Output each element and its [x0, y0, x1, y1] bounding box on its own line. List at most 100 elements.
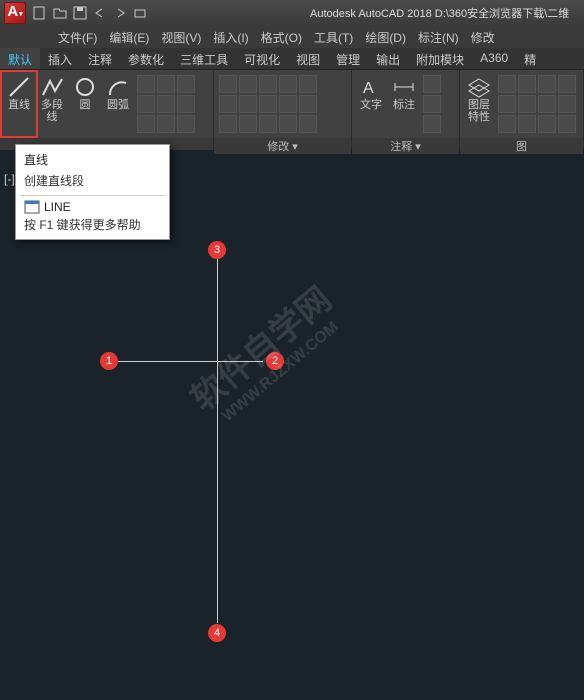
- mod-scale-icon[interactable]: [239, 115, 257, 133]
- circle-icon: [73, 75, 97, 99]
- layer-sm-11[interactable]: [558, 95, 576, 113]
- annot-table-icon[interactable]: [423, 95, 441, 113]
- menu-view[interactable]: 视图(V): [155, 29, 207, 46]
- menu-tools[interactable]: 工具(T): [308, 29, 359, 46]
- qat-open-icon[interactable]: [52, 5, 68, 21]
- annot-group-label[interactable]: 注释 ▾: [352, 138, 459, 154]
- draw-sm-3[interactable]: [137, 115, 155, 133]
- tab-visualize[interactable]: 可视化: [236, 48, 288, 69]
- layer-sm-6[interactable]: [518, 115, 536, 133]
- annot-leader-icon[interactable]: [423, 75, 441, 93]
- mod-extra2[interactable]: [279, 95, 297, 113]
- tab-parametric[interactable]: 参数化: [120, 48, 172, 69]
- tooltip-cmd: LINE: [24, 200, 161, 214]
- arc-label: 圆弧: [107, 99, 129, 111]
- draw-sm-9[interactable]: [177, 115, 195, 133]
- menu-insert[interactable]: 插入(I): [207, 29, 254, 46]
- tab-3dtools[interactable]: 三维工具: [172, 48, 236, 69]
- mod-extra1[interactable]: [279, 75, 297, 93]
- layer-sm-4[interactable]: [518, 75, 536, 93]
- layer-group-label[interactable]: 图: [460, 138, 583, 154]
- draw-sm-1[interactable]: [137, 75, 155, 93]
- menu-format[interactable]: 格式(O): [255, 29, 308, 46]
- annot-extra[interactable]: [423, 115, 441, 133]
- layer-sm-5[interactable]: [518, 95, 536, 113]
- horizontal-line: [118, 361, 263, 362]
- circle-label: 圆: [80, 99, 91, 111]
- tab-view[interactable]: 视图: [288, 48, 328, 69]
- qat-redo-icon[interactable]: [112, 5, 128, 21]
- qat-save-icon[interactable]: [72, 5, 88, 21]
- tab-a360[interactable]: A360: [472, 48, 516, 69]
- watermark-line1: 软件自学网: [184, 280, 339, 418]
- menu-modify[interactable]: 修改: [465, 29, 501, 46]
- dim-label: 标注: [393, 99, 415, 111]
- line-tooltip: 直线 创建直线段 LINE 按 F1 键获得更多帮助: [15, 144, 170, 240]
- polyline-button[interactable]: 多段线: [36, 73, 68, 135]
- draw-sm-6[interactable]: [157, 115, 175, 133]
- layer-sm-2[interactable]: [498, 95, 516, 113]
- tab-annotate[interactable]: 注释: [80, 48, 120, 69]
- layer-sm-10[interactable]: [558, 75, 576, 93]
- dim-button[interactable]: 标注: [388, 73, 420, 135]
- menu-edit[interactable]: 编辑(E): [103, 29, 155, 46]
- modify-grid: [217, 73, 319, 135]
- mod-trim-icon[interactable]: [259, 75, 277, 93]
- tab-extra[interactable]: 精: [516, 48, 544, 69]
- mod-extra5[interactable]: [299, 95, 317, 113]
- draw-sm-2[interactable]: [137, 95, 155, 113]
- layer-props-button[interactable]: 图层 特性: [463, 73, 495, 135]
- tab-addins[interactable]: 附加模块: [408, 48, 472, 69]
- layer-sm-1[interactable]: [498, 75, 516, 93]
- tab-default[interactable]: 默认: [0, 48, 40, 69]
- modify-group-label[interactable]: 修改 ▾: [214, 138, 351, 154]
- layer-sm-7[interactable]: [538, 75, 556, 93]
- marker-4: 4: [208, 624, 226, 642]
- dimension-icon: [392, 75, 416, 99]
- marker-3: 3: [208, 241, 226, 259]
- mod-fillet-icon[interactable]: [259, 95, 277, 113]
- mod-move-icon[interactable]: [219, 75, 237, 93]
- layer-sm-9[interactable]: [538, 115, 556, 133]
- qat-print-icon[interactable]: [132, 5, 148, 21]
- layer-label: 图层: [468, 99, 490, 111]
- circle-button[interactable]: 圆: [69, 73, 101, 135]
- line-button[interactable]: 直线: [3, 73, 35, 135]
- tooltip-title: 直线: [24, 151, 161, 168]
- mod-stretch-icon[interactable]: [219, 115, 237, 133]
- tab-manage[interactable]: 管理: [328, 48, 368, 69]
- qat-undo-icon[interactable]: [92, 5, 108, 21]
- draw-sm-7[interactable]: [177, 75, 195, 93]
- ribbon-panel: 直线 多段线 圆 圆弧: [0, 70, 584, 148]
- ribbon-tabs: 默认 插入 注释 参数化 三维工具 可视化 视图 管理 输出 附加模块 A360…: [0, 48, 584, 70]
- line-icon: [7, 75, 31, 99]
- mod-extra4[interactable]: [299, 75, 317, 93]
- mod-copy-icon[interactable]: [219, 95, 237, 113]
- tooltip-cmd-text: LINE: [44, 200, 71, 214]
- mod-rotate-icon[interactable]: [239, 75, 257, 93]
- mod-extra6[interactable]: [299, 115, 317, 133]
- menu-dim[interactable]: 标注(N): [412, 29, 465, 46]
- mod-mirror-icon[interactable]: [239, 95, 257, 113]
- arc-icon: [106, 75, 130, 99]
- layer-sm-8[interactable]: [538, 95, 556, 113]
- draw-sm-5[interactable]: [157, 95, 175, 113]
- qat-new-icon[interactable]: [32, 5, 48, 21]
- tab-insert[interactable]: 插入: [40, 48, 80, 69]
- app-logo[interactable]: A: [4, 2, 26, 24]
- tab-output[interactable]: 输出: [368, 48, 408, 69]
- annot-sm: [421, 73, 443, 135]
- marker-1: 1: [100, 352, 118, 370]
- text-button[interactable]: A 文字: [355, 73, 387, 135]
- mod-array-icon[interactable]: [259, 115, 277, 133]
- layer-sm-12[interactable]: [558, 115, 576, 133]
- layer-sm-3[interactable]: [498, 115, 516, 133]
- menu-file[interactable]: 文件(F): [52, 29, 103, 46]
- cmd-icon: [24, 200, 40, 214]
- draw-sm-8[interactable]: [177, 95, 195, 113]
- layer-grid: [496, 73, 578, 135]
- draw-sm-4[interactable]: [157, 75, 175, 93]
- arc-button[interactable]: 圆弧: [102, 73, 134, 135]
- menu-draw[interactable]: 绘图(D): [359, 29, 412, 46]
- mod-extra3[interactable]: [279, 115, 297, 133]
